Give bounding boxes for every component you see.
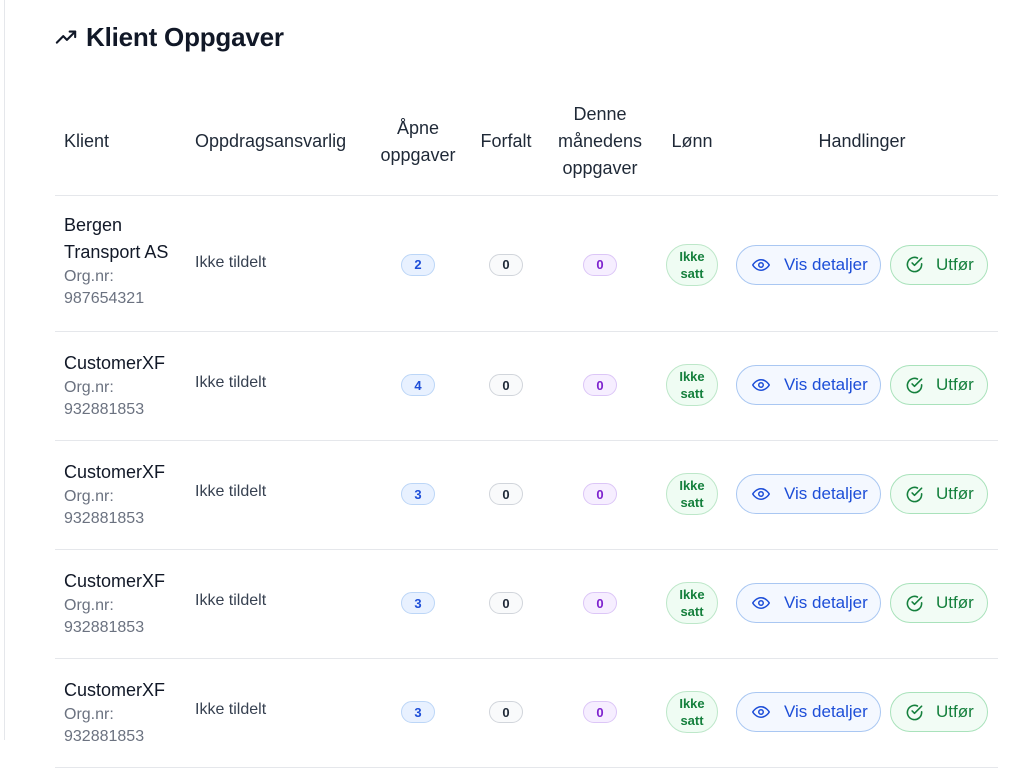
check-circle-icon (906, 486, 923, 502)
month-tasks-badge: 0 (583, 253, 617, 276)
complete-button[interactable]: Utfør (890, 365, 988, 405)
complete-label: Utfør (936, 484, 974, 503)
client-org-number: 932881853 (64, 619, 145, 636)
complete-label: Utfør (936, 702, 974, 721)
open-tasks-badge: 3 (401, 592, 435, 614)
complete-label: Utfør (936, 593, 974, 612)
table-row: CustomerXF Org.nr: 932881853 Ikke tildelt 3 0… (55, 550, 998, 659)
client-org-label: Org.nr: (64, 488, 114, 505)
responsible-cell: Ikke tildelt (195, 701, 267, 718)
client-org-label: Org.nr: (64, 597, 114, 614)
client-name-line: CustomerXF (64, 353, 166, 373)
complete-button[interactable]: Utfør (890, 244, 988, 285)
client-org-number: 932881853 (64, 401, 145, 418)
eye-icon (752, 258, 770, 271)
client-name-line: CustomerXF (64, 462, 166, 482)
salary-status-badge: Ikke satt (666, 691, 718, 733)
client-org-number: 932881853 (64, 510, 145, 527)
header-month-tasks[interactable]: Denne månedens oppgaver (550, 88, 650, 195)
overdue-badge: 0 (489, 592, 523, 614)
view-details-label: Vis detaljer (784, 375, 868, 394)
overdue-badge: 0 (489, 253, 523, 276)
eye-icon (752, 488, 770, 500)
responsible-cell: Ikke tildelt (195, 592, 267, 609)
client-org-label: Org.nr: (64, 268, 114, 285)
client-cell: CustomerXF Org.nr: 932881853 (64, 350, 165, 421)
responsible-cell: Ikke tildelt (195, 374, 267, 391)
client-org-number: 932881853 (64, 728, 145, 745)
table-row: CustomerXF Org.nr: 932881853 Ikke tildelt 4 0… (55, 332, 998, 441)
view-details-button[interactable]: Vis detaljer (736, 474, 881, 514)
view-details-label: Vis detaljer (784, 593, 868, 612)
view-details-button[interactable]: Vis detaljer (736, 692, 881, 732)
page-header: Klient Oppgaver (55, 22, 284, 53)
overdue-badge: 0 (489, 701, 523, 723)
check-circle-icon (906, 595, 923, 611)
client-name-line: Transport AS (64, 242, 169, 262)
open-tasks-badge: 4 (401, 374, 435, 396)
client-org-label: Org.nr: (64, 379, 114, 396)
complete-label: Utfør (936, 254, 974, 274)
client-name-line: CustomerXF (64, 680, 166, 700)
month-tasks-badge: 0 (583, 483, 617, 505)
client-org-number: 987654321 (64, 290, 145, 307)
salary-status-badge: Ikke satt (666, 243, 718, 286)
eye-icon (752, 706, 770, 718)
view-details-label: Vis detaljer (784, 254, 868, 274)
check-circle-icon (906, 256, 923, 273)
complete-button[interactable]: Utfør (890, 583, 988, 623)
header-responsible[interactable]: Oppdragsansvarlig (195, 88, 346, 195)
eye-icon (752, 597, 770, 609)
trending-up-icon (55, 30, 77, 44)
client-cell: CustomerXF Org.nr: 932881853 (64, 677, 165, 748)
client-cell: CustomerXF Org.nr: 932881853 (64, 459, 165, 530)
page-left-border (4, 0, 5, 740)
header-client[interactable]: Klient (64, 88, 109, 195)
check-circle-icon (906, 377, 923, 393)
overdue-badge: 0 (489, 374, 523, 396)
view-details-button[interactable]: Vis detaljer (736, 583, 881, 623)
view-details-label: Vis detaljer (784, 484, 868, 503)
open-tasks-badge: 3 (401, 701, 435, 723)
eye-icon (752, 379, 770, 391)
open-tasks-badge: 3 (401, 483, 435, 505)
view-details-button[interactable]: Vis detaljer (736, 244, 881, 285)
open-tasks-badge: 2 (401, 253, 435, 276)
page-title: Klient Oppgaver (86, 22, 284, 52)
salary-status-badge: Ikke satt (666, 473, 718, 515)
month-tasks-badge: 0 (583, 701, 617, 723)
salary-status-badge: Ikke satt (666, 364, 718, 406)
view-details-label: Vis detaljer (784, 702, 868, 721)
month-tasks-badge: 0 (583, 374, 617, 396)
table-row: Bergen Transport AS Org.nr: 987654321 Ikke t… (55, 196, 998, 332)
table-row: CustomerXF Org.nr: 932881853 Ikke tildelt 3 0… (55, 441, 998, 550)
month-tasks-badge: 0 (583, 592, 617, 614)
header-salary[interactable]: Lønn (665, 88, 719, 195)
client-name-line: Bergen (64, 215, 123, 235)
table-header: Klient Oppdragsansvarlig Åpne oppgaver Fo… (55, 88, 998, 196)
client-cell: CustomerXF Org.nr: 932881853 (64, 568, 165, 639)
header-actions: Handlinger (818, 131, 906, 151)
client-cell: Bergen Transport AS Org.nr: 987654321 (64, 212, 168, 310)
responsible-cell: Ikke tildelt (195, 483, 267, 500)
header-open-tasks[interactable]: Åpne oppgaver (373, 88, 463, 195)
complete-button[interactable]: Utfør (890, 474, 988, 514)
complete-label: Utfør (936, 375, 974, 394)
complete-button[interactable]: Utfør (890, 692, 988, 732)
view-details-button[interactable]: Vis detaljer (736, 365, 881, 405)
overdue-badge: 0 (489, 483, 523, 505)
salary-status-badge: Ikke satt (666, 582, 718, 624)
responsible-cell: Ikke tildelt (195, 253, 267, 271)
client-org-label: Org.nr: (64, 706, 114, 723)
check-circle-icon (906, 704, 923, 720)
table-row: CustomerXF Org.nr: 932881853 Ikke tildelt 3 0… (55, 659, 998, 768)
header-overdue[interactable]: Forfalt (468, 88, 544, 195)
client-name-line: CustomerXF (64, 571, 166, 591)
